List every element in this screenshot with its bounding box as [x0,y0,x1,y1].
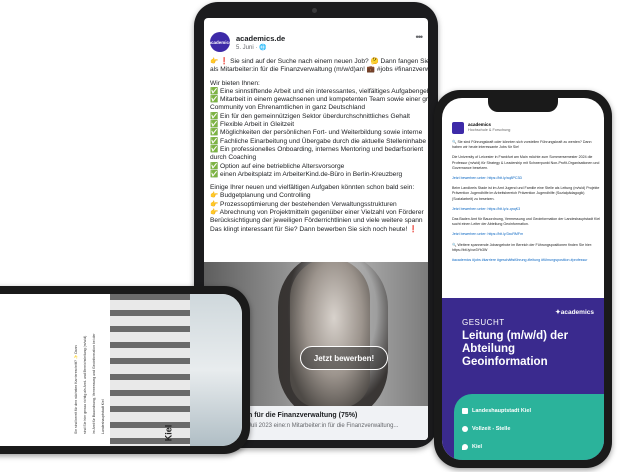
right-post-text: 🔍 Sie sind Führungskraft oder könnten si… [452,140,602,268]
portrait-face [290,262,370,408]
right-post-paragraph: Das Baden Amt für Bauordnung, Vermessung… [452,217,601,227]
post-line: ✅ Option auf eine betriebliche Altersvor… [210,162,345,170]
post-line: als Mitarbeiter:in für die Finanzverwalt… [210,66,428,74]
right-phone: academics Hochschule & Forschung 🔍 Sie s… [434,90,612,468]
job-card[interactable]: ✦academics GESUCHT Leitung (m/w/d) der A… [442,298,604,460]
left-post-line: sind Sie hier genau richtig als Amt- und… [83,335,87,434]
card-brand: ✦academics [555,309,594,316]
card-job-title: Leitung (m/w/d) der Abteilung Geoinforma… [462,330,569,368]
post-header: academics academics.de 5. Juni · 🌐 ••• [208,32,424,58]
apply-button[interactable]: Jetzt bewerben! [300,346,388,370]
link-preview-subtitle: Juli 2023 eine:n Mitarbeiter:in für die … [248,423,399,429]
location-pin-icon [462,444,468,450]
right-post-paragraph: Beim Landkreis Stade ist im Amt Jugend u… [452,186,600,201]
post-line: durch Coaching [210,154,257,162]
card-location: Kiel [472,444,483,450]
right-post-paragraph: 🔍 Weitere spannende Jobangebote im Berei… [452,242,593,252]
post-line: 👉 Abrechnung von Projektmitteln gegenübe… [210,209,424,217]
post-line: ✅ Eine sinnstiftende Arbeit und ein inte… [210,87,428,95]
page-avatar[interactable]: academics [208,32,232,52]
right-post-paragraph: Die University of Leicester in Frankfurt… [452,155,600,170]
building-icon [462,408,468,414]
link-preview-title: n für die Finanzverwaltung (75%) [248,412,358,419]
left-post-line: im Amt für Bauordnung, Vermessung und Ge… [92,333,96,434]
post-line: ✅ Möglichkeiten der persönlichen Fort- u… [210,129,423,137]
post-line: Wir bieten Ihnen: [210,79,260,87]
right-page-meta: Hochschule & Forschung [468,128,511,132]
right-post-paragraph: 🔍 Sie sind Führungskraft oder könnten si… [452,140,592,150]
kiel-logo: Kiel [163,424,174,442]
right-page-name[interactable]: academics [468,122,491,127]
post-line: Das klingt interessant für Sie? Dann bew… [210,225,418,233]
post-date[interactable]: 5. Juni · 🌐 [236,44,266,51]
post-line: ✅ Ein professionelles Onboarding, intern… [210,145,424,153]
post-line: ✅ einen Arbeitsplatz im ArbeiterKind.de-… [210,170,403,178]
right-phone-screen: academics Hochschule & Forschung 🔍 Sie s… [442,98,604,460]
post-line: ✅ Fachliche Einarbeitung und Übergabe du… [210,137,427,145]
card-employer: Landeshauptstadt Kiel [472,408,531,414]
post-line: Berücksichtigung der jeweiligen Förderri… [210,217,423,225]
post-line: ✅ Ein für den gemeinnützigen Sektor über… [210,112,410,120]
card-worktype: Vollzeit - Stelle [472,426,511,432]
more-dots-icon[interactable]: ••• [416,32,424,42]
left-post-line: Landeshauptstadt Kiel [101,399,105,434]
left-post-line: Sie sind bereit für den nächsten Karrier… [74,345,78,434]
post-line: Community von Ehrenamtlichen in ganz Deu… [210,104,366,112]
page-name[interactable]: academics.de [236,34,285,43]
post-line: ✅ Mitarbeit in einem gewachsenen und kom… [210,96,428,104]
left-phone-screen: Sie sind bereit für den nächsten Karrier… [0,294,242,446]
right-page-avatar[interactable] [452,122,464,134]
building-facade [110,294,190,446]
left-post-text: Sie sind bereit für den nächsten Karrier… [14,304,114,444]
card-label: GESUCHT [462,318,505,327]
left-post-image[interactable] [110,294,242,446]
right-post-paragraph: Jetzt bewerben unter: https://bit.ly/z-q… [452,206,521,211]
clock-icon [462,426,468,432]
post-text: 👉 ❗ Sie sind auf der Suche nach einem ne… [210,58,428,234]
post-line: 👉 Prozessoptimierung der bestehenden Ver… [210,200,397,208]
post-line: 👉 Budgetplanung und Controlling [210,192,311,200]
camera-dot [312,8,317,13]
right-post-paragraph: #academics #jobs #karriere #geschäftsfüh… [452,258,588,263]
right-post-paragraph: Jetzt bewerben unter: https://bit.ly/3xc… [452,232,524,237]
right-post-paragraph: Jetzt bewerben unter: https://bit.ly/xq8… [452,176,523,181]
phone-notch [488,98,558,112]
left-phone: Sie sind bereit für den nächsten Karrier… [0,286,250,454]
